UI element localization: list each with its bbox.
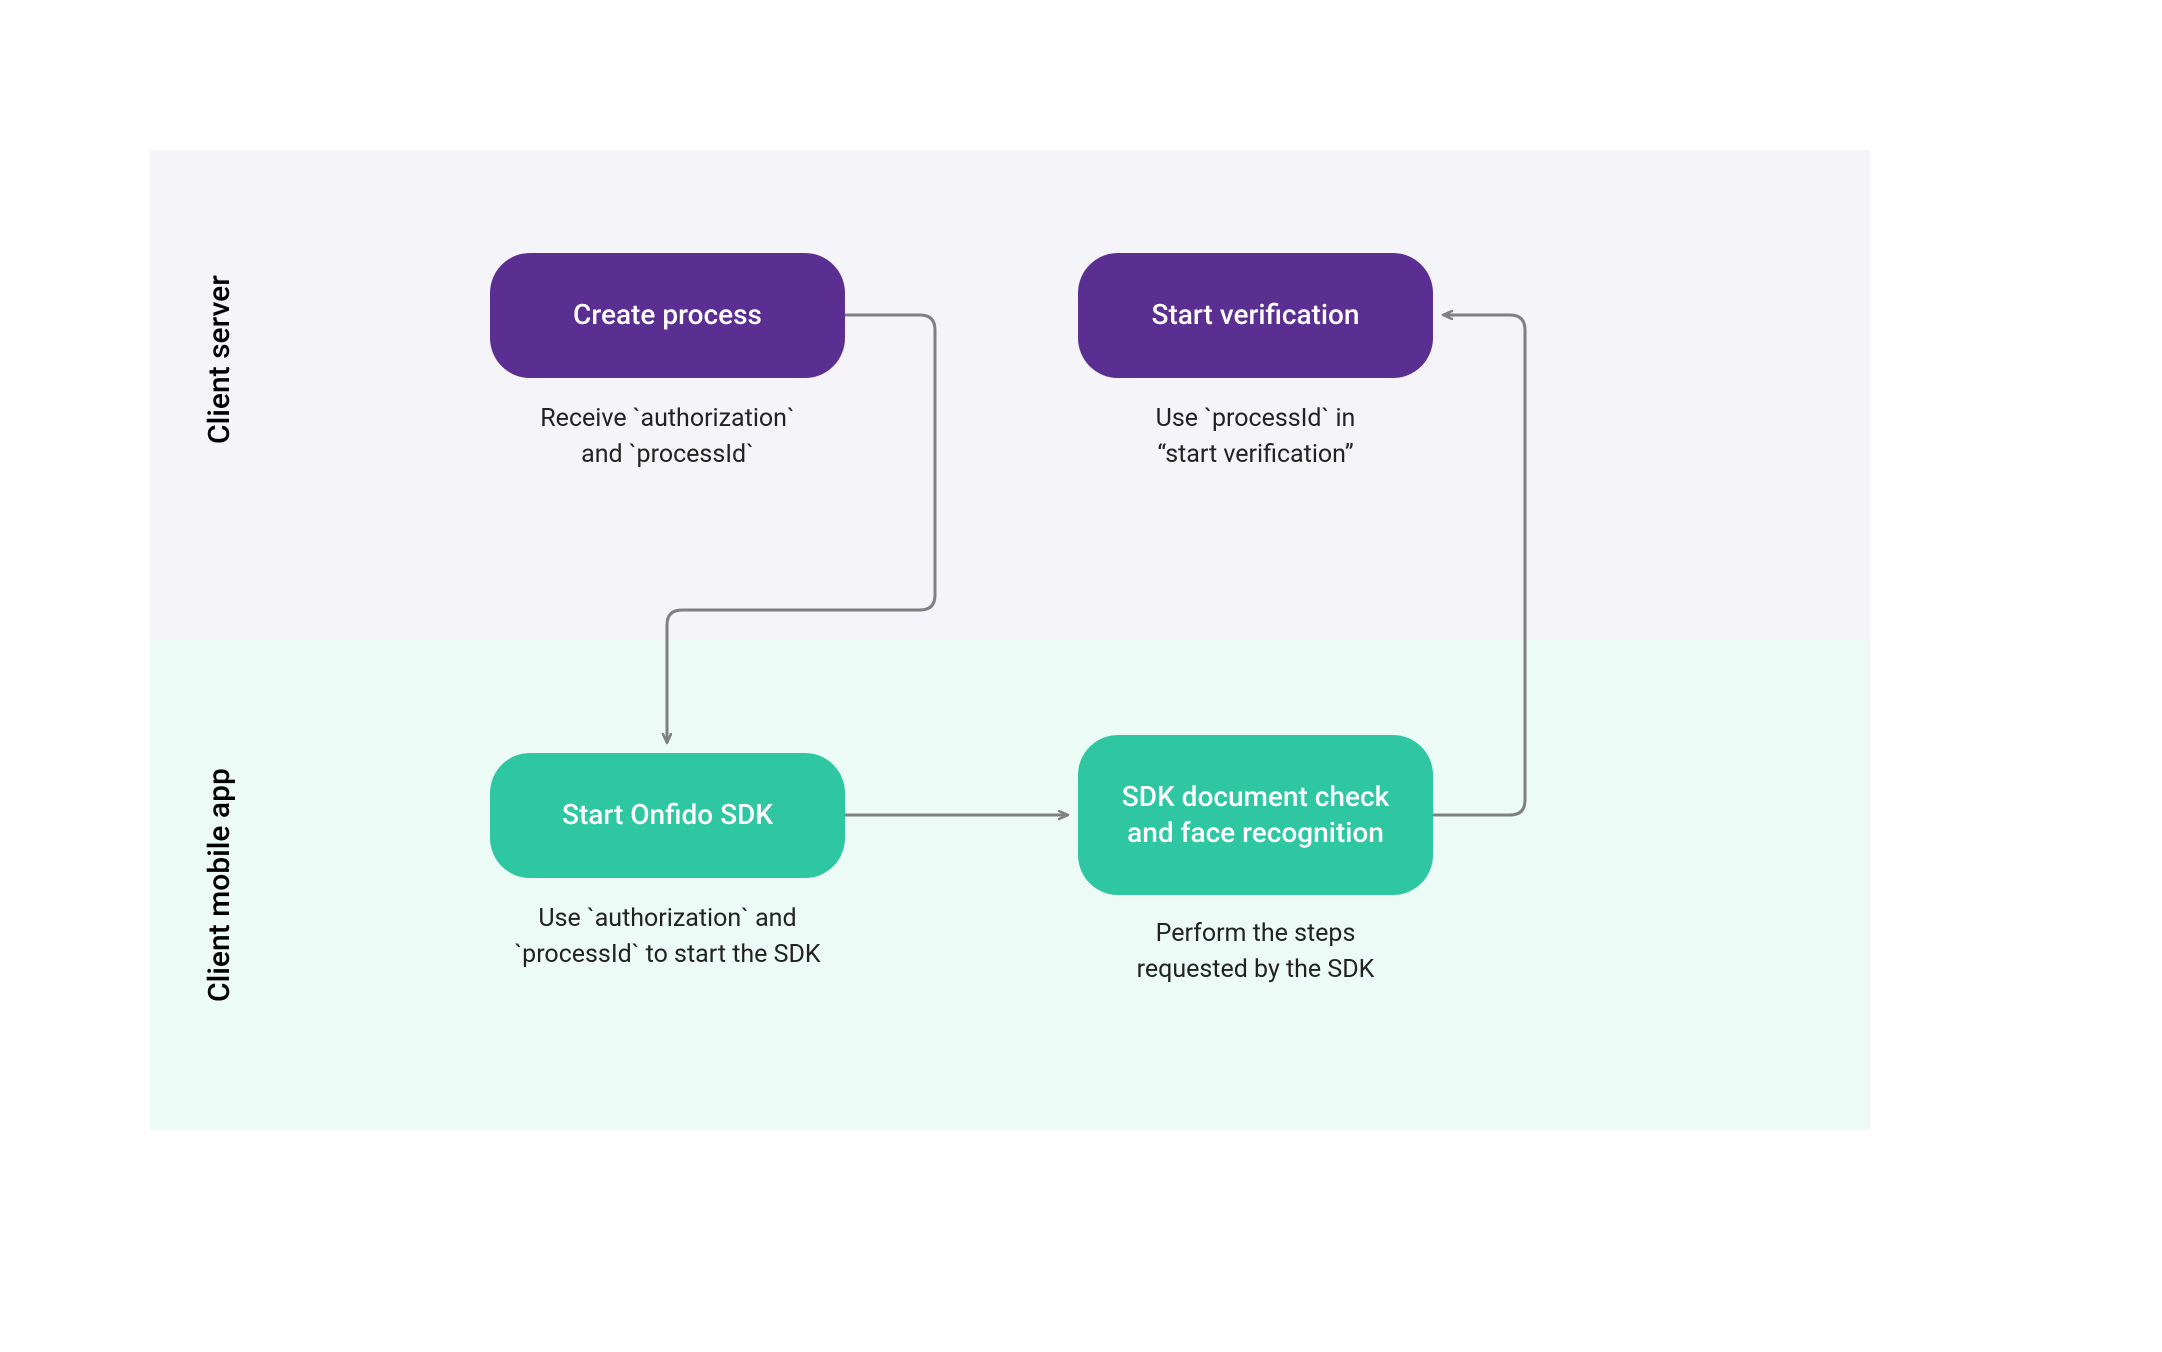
node-sdk-check-title: SDK document checkand face recognition <box>1122 779 1389 852</box>
caption-sdk-check: Perform the stepsrequested by the SDK <box>1078 916 1433 989</box>
caption-create-process: Receive `authorization`and `processId` <box>490 401 845 474</box>
node-start-verification: Start verification <box>1078 253 1433 378</box>
node-create-process: Create process <box>490 253 845 378</box>
node-start-sdk: Start Onfido SDK <box>490 753 845 878</box>
node-start-verification-title: Start verification <box>1152 297 1360 333</box>
caption-start-sdk: Use `authorization` and`processId` to st… <box>470 901 865 974</box>
lane-label-mobile: Client mobile app <box>202 720 237 1050</box>
node-sdk-check: SDK document checkand face recognition <box>1078 735 1433 895</box>
lane-client-server <box>150 150 1870 640</box>
flow-diagram: Client server Client mobile app Create p… <box>0 0 2162 1352</box>
lane-client-mobile-app <box>150 640 1870 1130</box>
caption-start-verification: Use `processId` in“start verification” <box>1078 401 1433 474</box>
lane-label-server: Client server <box>202 230 237 490</box>
node-create-process-title: Create process <box>573 297 762 333</box>
node-start-sdk-title: Start Onfido SDK <box>562 797 773 833</box>
